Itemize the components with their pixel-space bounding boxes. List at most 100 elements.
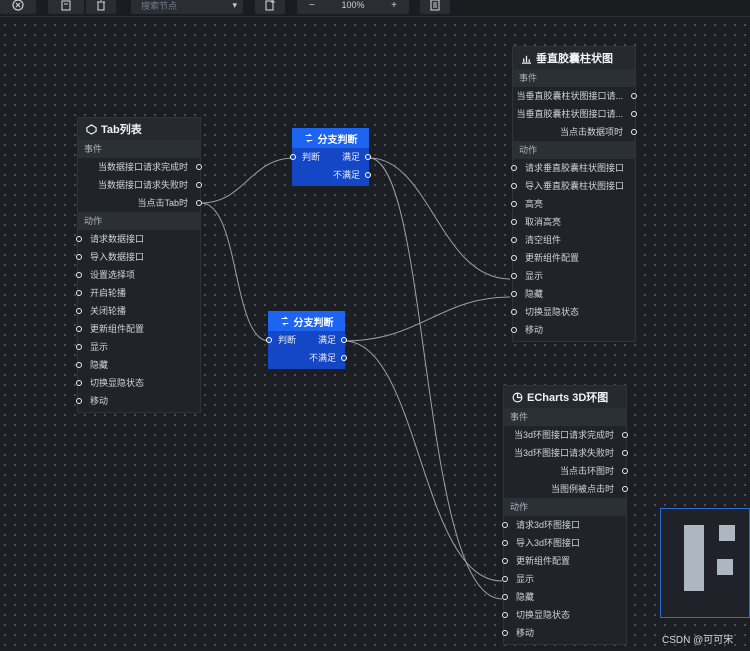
node-title: ECharts 3D环图 bbox=[527, 392, 609, 404]
node-header[interactable]: 垂直胶囊柱状图 bbox=[513, 47, 635, 69]
document-button[interactable] bbox=[420, 0, 450, 14]
input-port[interactable] bbox=[511, 201, 517, 207]
action-row: 关闭轮播 bbox=[76, 302, 200, 320]
action-label: 请求垂直胶囊柱状图接口 bbox=[525, 163, 625, 173]
action-row: 隐藏 bbox=[511, 285, 635, 303]
input-port[interactable] bbox=[511, 165, 517, 171]
action-row: 导入垂直胶囊柱状图接口 bbox=[511, 177, 635, 195]
input-port[interactable] bbox=[511, 219, 517, 225]
branch-row-judge: 判断 满足 bbox=[266, 331, 347, 349]
input-port[interactable] bbox=[76, 362, 82, 368]
output-port[interactable] bbox=[341, 355, 347, 361]
zoom-in-button[interactable]: + bbox=[391, 0, 397, 11]
events-section-label: 事件 bbox=[78, 140, 200, 158]
close-circle-icon bbox=[12, 0, 24, 11]
node-title: Tab列表 bbox=[101, 124, 142, 136]
input-port[interactable] bbox=[511, 237, 517, 243]
output-port[interactable] bbox=[622, 486, 628, 492]
event-row: 当数据接口请求完成时 bbox=[78, 158, 202, 176]
node-branch-1[interactable]: 分支判断 判断 满足 不满足 bbox=[290, 128, 371, 186]
action-label: 开启轮播 bbox=[90, 288, 127, 298]
search-placeholder: 搜索节点 bbox=[141, 0, 178, 11]
action-label: 更新组件配置 bbox=[525, 253, 580, 263]
output-port[interactable] bbox=[365, 172, 371, 178]
event-row: 当图例被点击时 bbox=[504, 480, 628, 498]
action-row: 隐藏 bbox=[502, 588, 626, 606]
input-port[interactable] bbox=[502, 612, 508, 618]
action-label: 移动 bbox=[90, 396, 109, 406]
action-row: 切换显隐状态 bbox=[502, 606, 626, 624]
action-label: 请求3d环图接口 bbox=[516, 520, 581, 530]
output-port[interactable] bbox=[196, 182, 202, 188]
action-row: 隐藏 bbox=[76, 356, 200, 374]
input-port[interactable] bbox=[511, 309, 517, 315]
action-label: 关闭轮播 bbox=[90, 306, 127, 316]
node-branch-2[interactable]: 分支判断 判断 满足 不满足 bbox=[266, 311, 347, 369]
input-port[interactable] bbox=[502, 630, 508, 636]
delete-button[interactable] bbox=[86, 0, 116, 14]
node-bar-chart[interactable]: 垂直胶囊柱状图 事件 当垂直胶囊柱状图接口请... 当垂直胶囊柱状图接口请...… bbox=[511, 46, 637, 342]
input-port[interactable] bbox=[511, 255, 517, 261]
output-port[interactable] bbox=[622, 468, 628, 474]
action-row: 显示 bbox=[76, 338, 200, 356]
input-port[interactable] bbox=[511, 327, 517, 333]
action-label: 导入垂直胶囊柱状图接口 bbox=[525, 181, 625, 191]
input-port[interactable] bbox=[502, 540, 508, 546]
input-port[interactable] bbox=[511, 273, 517, 279]
action-row: 更新组件配置 bbox=[511, 249, 635, 267]
input-port[interactable] bbox=[502, 594, 508, 600]
output-port[interactable] bbox=[631, 111, 637, 117]
export-button[interactable] bbox=[48, 0, 84, 14]
node-echarts-3d-ring[interactable]: ECharts 3D环图 事件 当3d环图接口请求完成时 当3d环图接口请求失败… bbox=[502, 385, 628, 645]
action-row: 显示 bbox=[511, 267, 635, 285]
input-port[interactable] bbox=[76, 398, 82, 404]
output-port[interactable] bbox=[196, 164, 202, 170]
output-port[interactable] bbox=[622, 432, 628, 438]
action-row: 切换显隐状态 bbox=[511, 303, 635, 321]
action-row: 高亮 bbox=[511, 195, 635, 213]
watermark: CSDN @可可宋 bbox=[662, 635, 734, 646]
input-port[interactable] bbox=[76, 344, 82, 350]
input-port[interactable] bbox=[266, 337, 272, 343]
input-port[interactable] bbox=[76, 308, 82, 314]
output-port[interactable] bbox=[622, 450, 628, 456]
input-port[interactable] bbox=[76, 326, 82, 332]
action-label: 切换显隐状态 bbox=[90, 378, 145, 388]
action-label: 显示 bbox=[90, 342, 109, 352]
input-port[interactable] bbox=[511, 291, 517, 297]
node-header[interactable]: ECharts 3D环图 bbox=[504, 386, 626, 408]
branch-header[interactable]: 分支判断 bbox=[268, 311, 345, 331]
input-port[interactable] bbox=[76, 272, 82, 278]
output-port[interactable] bbox=[365, 154, 371, 160]
input-port[interactable] bbox=[502, 522, 508, 528]
output-port[interactable] bbox=[631, 93, 637, 99]
actions-section-label: 动作 bbox=[78, 212, 200, 230]
action-label: 请求数据接口 bbox=[90, 234, 145, 244]
action-label: 导入数据接口 bbox=[90, 252, 145, 262]
action-row: 请求垂直胶囊柱状图接口 bbox=[511, 159, 635, 177]
input-port[interactable] bbox=[511, 183, 517, 189]
input-port[interactable] bbox=[76, 236, 82, 242]
minimap[interactable] bbox=[660, 508, 750, 618]
bar-chart-icon bbox=[521, 55, 532, 64]
close-button[interactable] bbox=[0, 0, 36, 14]
output-port[interactable] bbox=[341, 337, 347, 343]
search-input[interactable]: 搜索节点 ▾ bbox=[131, 0, 243, 14]
event-row: 当点击数据项时 bbox=[513, 123, 637, 141]
action-row: 清空组件 bbox=[511, 231, 635, 249]
input-port[interactable] bbox=[502, 576, 508, 582]
input-port[interactable] bbox=[290, 154, 296, 160]
input-port[interactable] bbox=[76, 254, 82, 260]
input-port[interactable] bbox=[502, 558, 508, 564]
pie-chart-icon bbox=[512, 392, 523, 402]
node-header[interactable]: Tab列表 bbox=[78, 118, 200, 140]
add-node-button[interactable] bbox=[255, 0, 285, 14]
input-port[interactable] bbox=[76, 380, 82, 386]
add-file-icon bbox=[265, 0, 275, 11]
output-port[interactable] bbox=[631, 129, 637, 135]
output-port[interactable] bbox=[196, 200, 202, 206]
node-tab-list[interactable]: Tab列表 事件 当数据接口请求完成时 当数据接口请求失败时 当点击Tab时 动… bbox=[76, 117, 202, 413]
input-port[interactable] bbox=[76, 290, 82, 296]
branch-header[interactable]: 分支判断 bbox=[292, 128, 369, 148]
zoom-out-button[interactable]: − bbox=[309, 0, 315, 11]
